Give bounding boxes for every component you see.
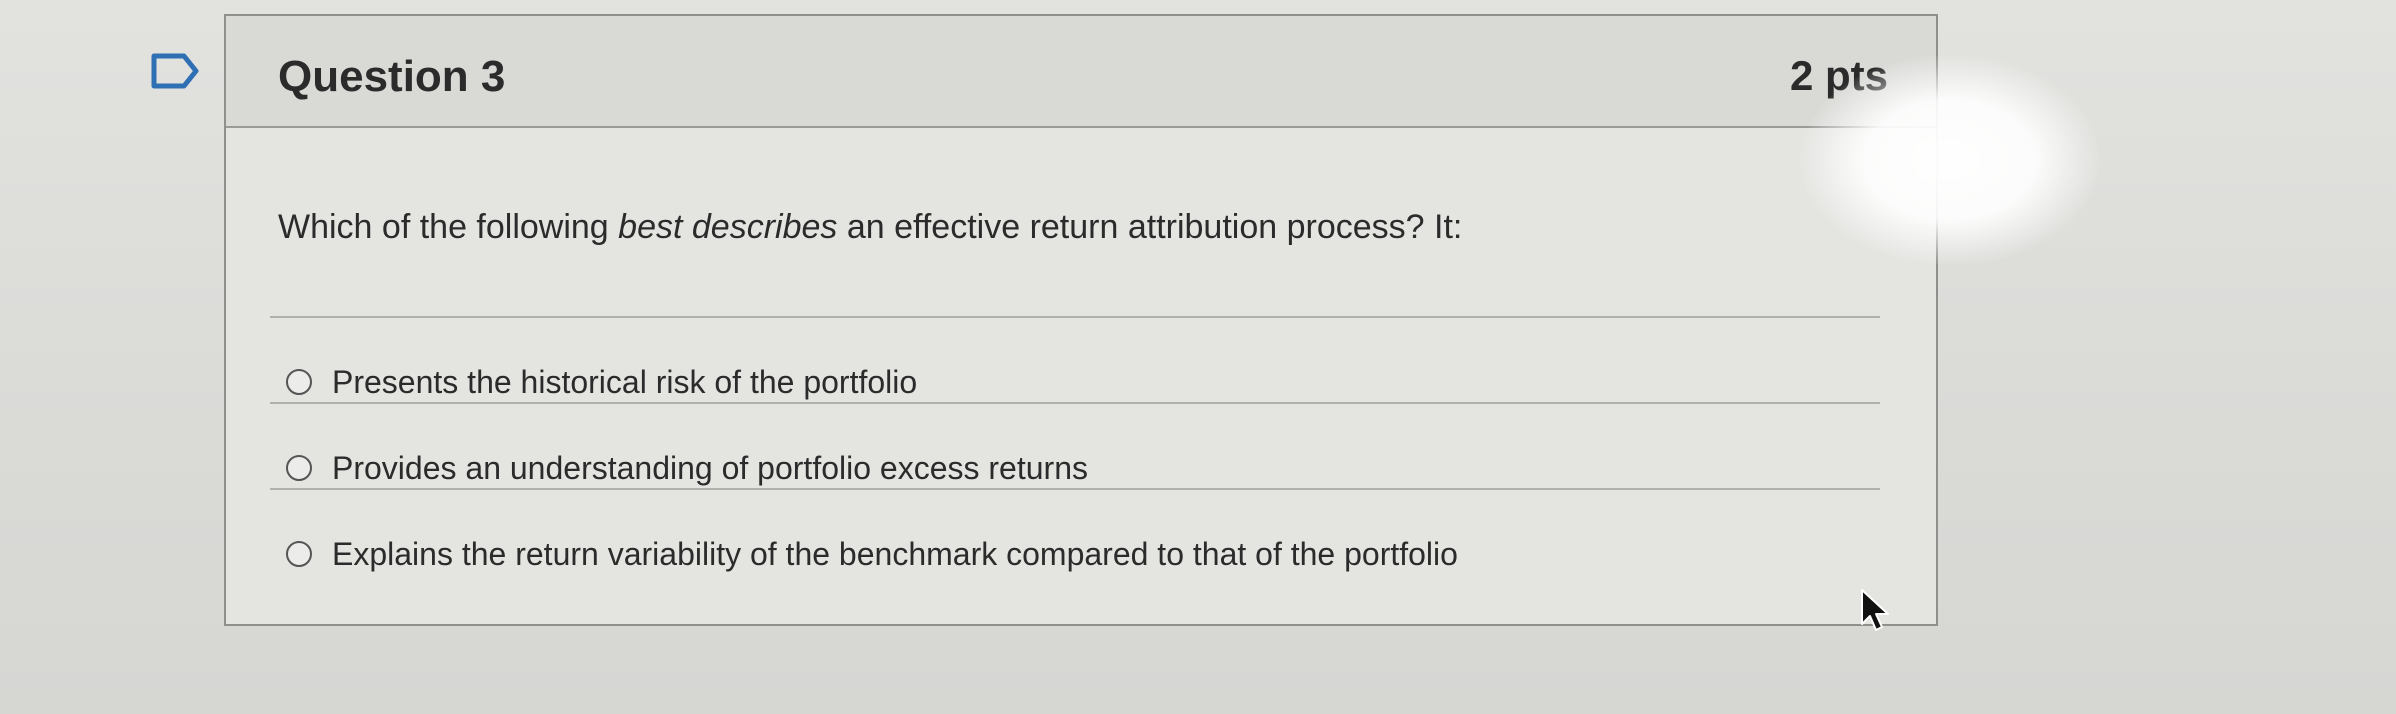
answer-option[interactable]: Explains the return variability of the b… [286,524,1458,584]
radio-button[interactable] [286,541,312,567]
answer-label[interactable]: Explains the return variability of the b… [332,536,1458,573]
radio-button[interactable] [286,455,312,481]
answer-divider [270,488,1880,490]
mouse-pointer-icon [1861,589,1889,631]
answer-label[interactable]: Provides an understanding of portfolio e… [332,450,1088,487]
question-header: Question 3 2 pts [226,16,1936,128]
question-text: Which of the following best describes an… [278,208,1462,247]
question-text-before: Which of the following [278,208,619,246]
question-title: Question 3 [278,52,506,101]
radio-button[interactable] [286,369,312,395]
question-points: 2 pts [1789,52,1888,99]
question-text-after: an effective return attribution process?… [837,208,1463,246]
bookmark-flag-icon[interactable] [150,52,202,90]
question-text-emphasis: best describes [618,208,838,246]
answers-top-divider [270,316,1880,318]
question-card: Question 3 2 pts Which of the following … [224,14,1938,626]
answer-divider [270,402,1880,404]
answer-label[interactable]: Presents the historical risk of the port… [332,364,917,401]
